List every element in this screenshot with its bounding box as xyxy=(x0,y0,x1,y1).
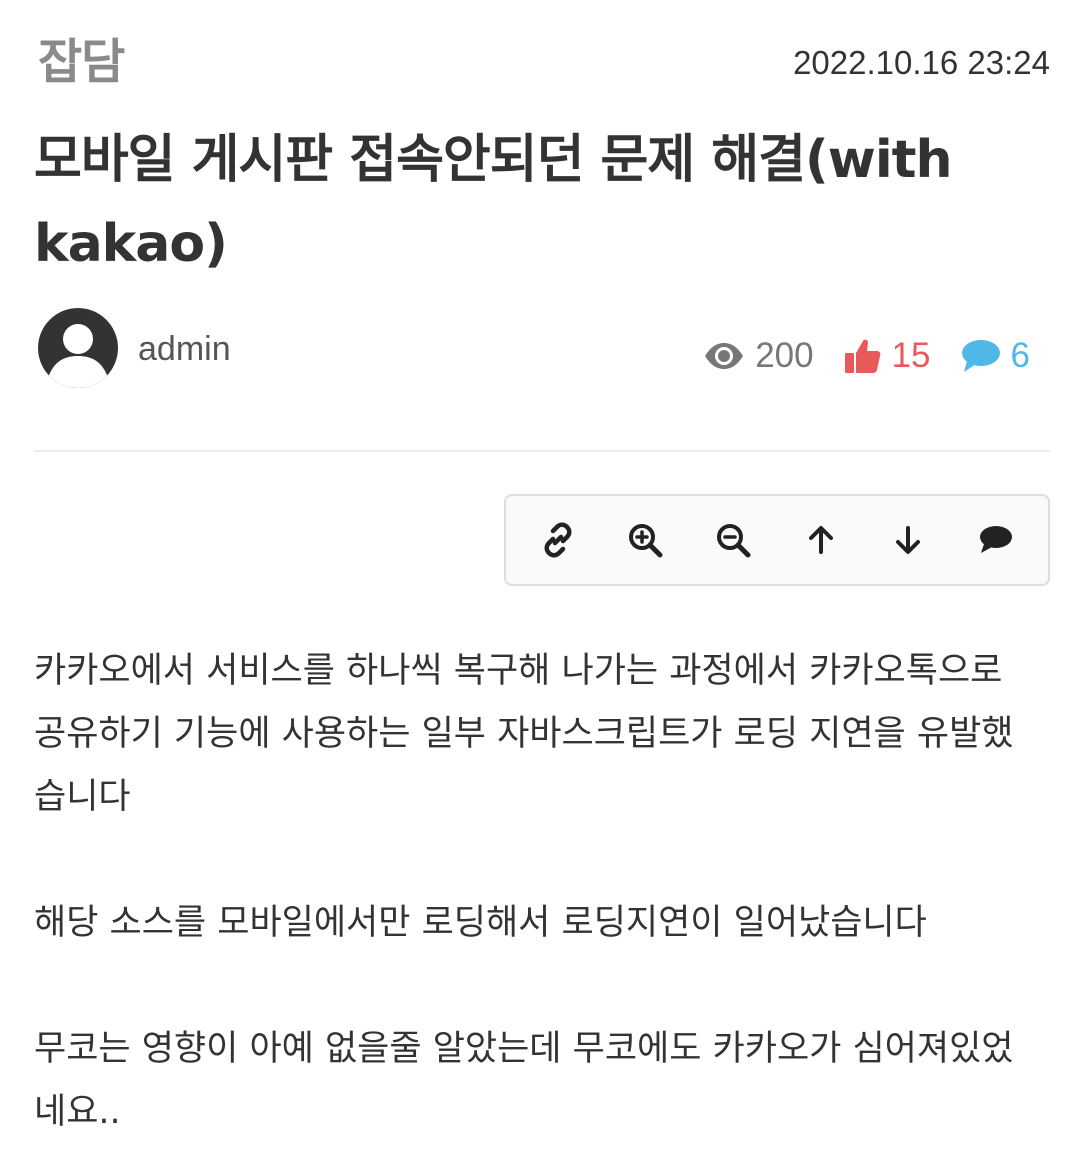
arrow-down-icon xyxy=(896,526,921,554)
link-icon xyxy=(544,522,572,558)
post-title: 모바일 게시판 접속안되던 문제 해결(with kakao) xyxy=(34,130,953,274)
user-icon xyxy=(48,324,108,388)
like-count-value: 15 xyxy=(891,336,931,375)
thumbs-up-icon xyxy=(844,339,880,373)
content-paragraph: 카카오에서 서비스를 하나씩 복구해 나가는 과정에서 카카오톡으로 공유하기 … xyxy=(34,651,1014,817)
zoom-in-button[interactable] xyxy=(618,513,672,567)
post-toolbar xyxy=(504,494,1050,586)
avatar[interactable] xyxy=(38,308,118,388)
link-button[interactable] xyxy=(531,513,585,567)
category-label[interactable]: 잡담 xyxy=(38,22,125,92)
post-container: 잡담 2022.10.16 23:24 모바일 게시판 접속안되던 문제 해결(… xyxy=(34,0,1050,1132)
author-name[interactable]: admin xyxy=(138,330,231,369)
post-header-row: 잡담 2022.10.16 23:24 xyxy=(34,0,1050,100)
zoom-out-icon xyxy=(717,524,751,558)
scroll-down-button[interactable] xyxy=(881,513,935,567)
comment-count[interactable]: 6 xyxy=(961,336,1030,376)
content-paragraph: 해당 소스를 모바일에서만 로딩해서 로딩지연이 일어났습니다 xyxy=(34,903,927,943)
view-count: 200 xyxy=(703,336,814,376)
comment-count-value: 6 xyxy=(1010,336,1030,375)
comment-button[interactable] xyxy=(969,513,1023,567)
zoom-in-icon xyxy=(629,524,663,558)
comment-bubble-icon xyxy=(961,340,1000,372)
view-count-value: 200 xyxy=(755,336,814,375)
zoom-out-button[interactable] xyxy=(706,513,760,567)
arrow-up-icon xyxy=(808,526,833,554)
post-datetime: 2022.10.16 23:24 xyxy=(793,44,1050,81)
post-meta: admin 200 15 6 xyxy=(34,306,1050,390)
post-stats: 200 15 6 xyxy=(703,336,1030,376)
eye-icon xyxy=(705,343,744,369)
scroll-up-button[interactable] xyxy=(794,513,848,567)
divider xyxy=(34,450,1050,452)
content-paragraph: 무코는 영향이 아예 없을줄 알았는데 무코에도 카카오가 심어져있었네요.. xyxy=(34,1029,1014,1132)
like-count[interactable]: 15 xyxy=(844,336,931,376)
comment-icon xyxy=(980,526,1013,553)
post-content: 카카오에서 서비스를 하나씩 복구해 나가는 과정에서 카카오톡으로 공유하기 … xyxy=(34,640,1044,1144)
